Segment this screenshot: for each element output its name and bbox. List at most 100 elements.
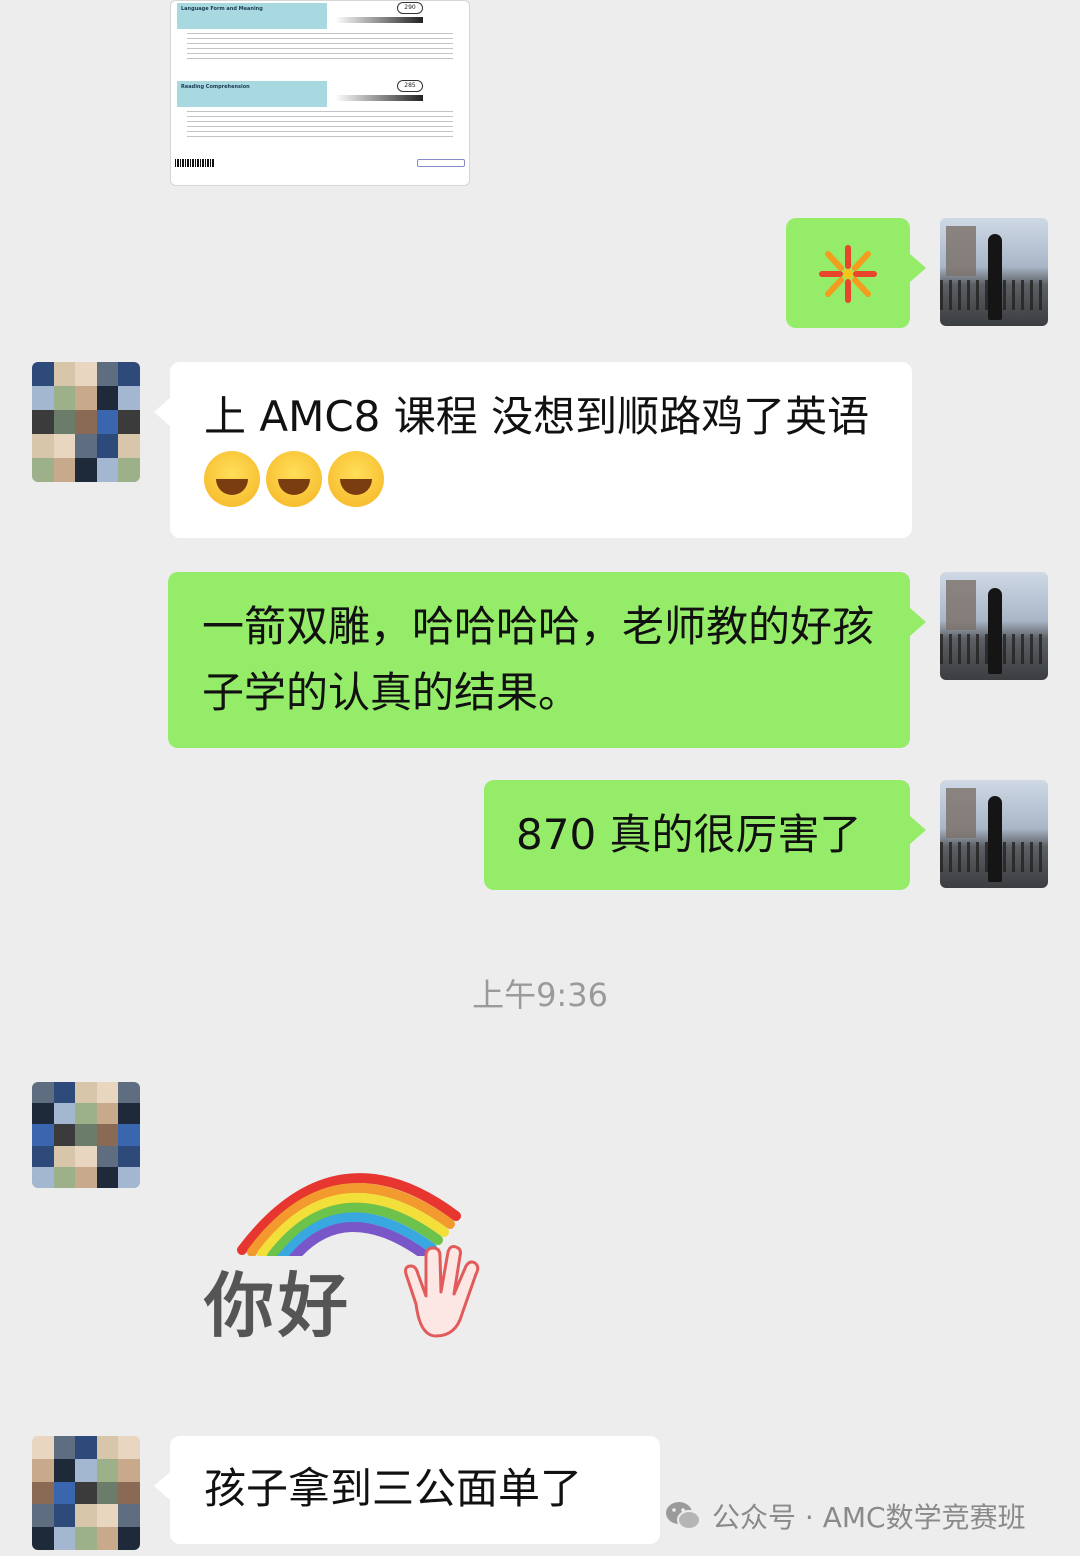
message-bubble-outgoing[interactable]: 一箭双雕，哈哈哈哈，老师教的好孩子学的认真的结果。 xyxy=(168,572,926,748)
fireworks-icon xyxy=(819,245,877,303)
avatar-mosaic-tile xyxy=(53,1103,76,1125)
avatar-mosaic-tile xyxy=(118,1166,140,1188)
avatar-self[interactable] xyxy=(940,572,1048,680)
avatar-mosaic-tile xyxy=(75,1458,97,1482)
avatar-mosaic-tile xyxy=(118,386,140,410)
avatar-self[interactable] xyxy=(940,218,1048,326)
avatar-mosaic-tile xyxy=(96,1504,119,1528)
avatar-mosaic-tile xyxy=(75,410,97,434)
barcode xyxy=(175,159,215,167)
avatar-mosaic-tile xyxy=(118,434,140,458)
avatar-mosaic-tile xyxy=(75,1481,97,1505)
avatar-mosaic-tile xyxy=(118,458,140,482)
avatar-contact[interactable] xyxy=(32,1082,140,1188)
avatar-mosaic-tile xyxy=(118,1124,140,1146)
avatar-mosaic-tile xyxy=(53,1527,76,1550)
avatar-mosaic-tile xyxy=(96,1103,119,1125)
report-section-2: Reading Comprehension 285 xyxy=(177,79,463,157)
avatar-mosaic-tile xyxy=(96,410,119,434)
avatar-person xyxy=(988,796,1002,882)
message-bubble-incoming[interactable]: 上 AMC8 课程 没想到顺路鸡了英语 xyxy=(154,362,912,538)
avatar-mosaic-tile xyxy=(75,1103,97,1125)
report-section-title: Language Form and Meaning xyxy=(181,6,263,12)
avatar-mosaic-tile xyxy=(96,1458,119,1482)
laughing-emoji-icon xyxy=(204,451,260,507)
avatar-mosaic-tile xyxy=(53,1145,76,1167)
avatar-mosaic-tile xyxy=(53,386,76,410)
avatar-mosaic-tile xyxy=(32,1082,54,1104)
avatar-mosaic-tile xyxy=(53,458,76,482)
avatar-person xyxy=(988,588,1002,674)
report-image[interactable]: Language Form and Meaning 290 Reading Co… xyxy=(170,0,470,186)
avatar-mosaic-tile xyxy=(96,386,119,410)
avatar-mosaic-tile xyxy=(32,1103,54,1125)
avatar-contact[interactable] xyxy=(32,362,140,482)
report-scale xyxy=(335,17,423,23)
avatar-person xyxy=(988,234,1002,320)
report-section-1: Language Form and Meaning 290 xyxy=(177,1,463,79)
message-text: 上 AMC8 课程 没想到顺路鸡了英语 xyxy=(204,392,870,441)
avatar-mosaic-tile xyxy=(32,1481,54,1505)
avatar-mosaic-tile xyxy=(32,1436,54,1459)
avatar-mosaic-tile xyxy=(32,1504,54,1528)
wechat-icon xyxy=(666,1502,701,1530)
avatar-mosaic-tile xyxy=(53,434,76,458)
watermark-text: 公众号 · AMC数学竞赛班 xyxy=(712,1501,1026,1534)
avatar-mosaic-tile xyxy=(53,1436,76,1459)
watermark: 公众号 · AMC数学竞赛班 xyxy=(664,1494,1026,1538)
message-bubble-fireworks[interactable] xyxy=(786,218,926,328)
avatar-mosaic-tile xyxy=(75,458,97,482)
avatar-mosaic-tile xyxy=(96,1436,119,1459)
avatar-mosaic-tile xyxy=(32,1145,54,1167)
report-text-lines xyxy=(187,33,453,61)
avatar-mosaic-tile xyxy=(118,1458,140,1482)
avatar-mosaic-tile xyxy=(75,1504,97,1528)
avatar-mosaic-tile xyxy=(53,1458,76,1482)
avatar-mosaic-tile xyxy=(75,1082,97,1104)
avatar-mosaic-tile xyxy=(53,410,76,434)
avatar-mosaic-tile xyxy=(118,410,140,434)
avatar-mosaic-tile xyxy=(75,434,97,458)
avatar-mosaic-tile xyxy=(75,1527,97,1550)
report-scale xyxy=(335,95,423,101)
report-section-header: Reading Comprehension xyxy=(177,81,327,107)
avatar-mosaic-tile xyxy=(96,1145,119,1167)
report-section-title: Reading Comprehension xyxy=(181,84,250,90)
avatar-self[interactable] xyxy=(940,780,1048,888)
avatar-mosaic-tile xyxy=(96,1527,119,1550)
avatar-mosaic-tile xyxy=(75,362,97,386)
avatar-mosaic-tile xyxy=(32,1124,54,1146)
avatar-mosaic-tile xyxy=(96,1082,119,1104)
message-bubble-incoming[interactable]: 孩子拿到三公面单了 xyxy=(154,1436,660,1544)
avatar-mosaic-tile xyxy=(96,1481,119,1505)
report-score: 285 xyxy=(397,80,423,92)
avatar-mosaic-tile xyxy=(53,1481,76,1505)
report-section-header: Language Form and Meaning xyxy=(177,3,327,29)
sticker-hello[interactable]: 你好 xyxy=(196,1146,496,1347)
avatar-mosaic-tile xyxy=(118,1504,140,1528)
avatar-building xyxy=(946,788,976,838)
avatar-mosaic-tile xyxy=(53,362,76,386)
rainbow-icon xyxy=(237,1173,461,1256)
avatar-mosaic-tile xyxy=(118,1103,140,1125)
avatar-mosaic-tile xyxy=(118,1145,140,1167)
avatar-mosaic-tile xyxy=(118,362,140,386)
avatar-mosaic-tile xyxy=(32,434,54,458)
avatar-contact[interactable] xyxy=(32,1436,140,1550)
avatar-mosaic-tile xyxy=(118,1481,140,1505)
message-bubble-outgoing[interactable]: 870 真的很厉害了 xyxy=(484,780,926,890)
avatar-mosaic-tile xyxy=(96,1166,119,1188)
avatar-mosaic-tile xyxy=(53,1166,76,1188)
report-text-lines xyxy=(187,111,453,139)
avatar-mosaic-tile xyxy=(118,1436,140,1459)
waving-hand-icon xyxy=(404,1245,480,1338)
avatar-mosaic-tile xyxy=(53,1082,76,1104)
avatar-mosaic-tile xyxy=(75,1166,97,1188)
avatar-mosaic-tile xyxy=(32,1527,54,1550)
avatar-mosaic-tile xyxy=(96,1124,119,1146)
avatar-mosaic-tile xyxy=(75,386,97,410)
avatar-mosaic-tile xyxy=(96,458,119,482)
avatar-mosaic-tile xyxy=(32,1458,54,1482)
avatar-mosaic-tile xyxy=(96,362,119,386)
avatar-building xyxy=(946,226,976,276)
